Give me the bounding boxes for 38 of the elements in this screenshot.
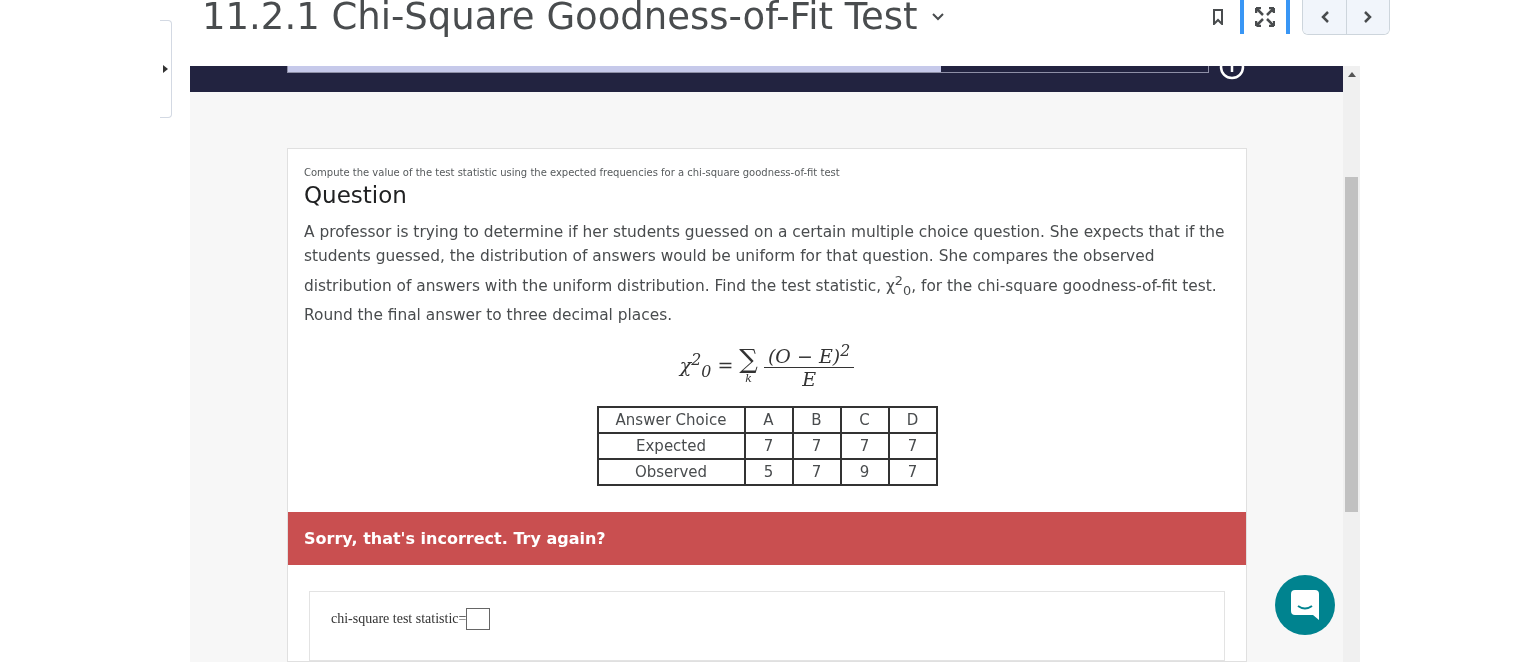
next-button[interactable] bbox=[1346, 0, 1389, 34]
question-heading: Question bbox=[304, 182, 408, 209]
fraction-denominator: E bbox=[802, 368, 816, 390]
table-cell: 7 bbox=[840, 433, 889, 459]
answer-label: chi-square test statistic= bbox=[331, 611, 467, 627]
scrollbar[interactable] bbox=[1343, 66, 1360, 662]
sidebar-toggle[interactable] bbox=[160, 20, 172, 118]
chat-icon bbox=[1290, 589, 1320, 621]
table-cell: 7 bbox=[792, 459, 841, 485]
table-cell: 7 bbox=[888, 459, 937, 485]
table-cell: C bbox=[840, 407, 889, 433]
answer-field[interactable] bbox=[466, 608, 491, 630]
table-cell: A bbox=[744, 407, 793, 433]
caret-right-icon bbox=[163, 65, 168, 73]
bookmark-icon bbox=[1213, 9, 1223, 25]
table-cell: 5 bbox=[744, 459, 793, 485]
table-cell: B bbox=[792, 407, 841, 433]
sigma-symbol: ∑ bbox=[739, 345, 758, 372]
chevron-left-icon bbox=[1320, 11, 1329, 23]
table-cell: Observed bbox=[597, 459, 745, 485]
table-cell: D bbox=[888, 407, 937, 433]
scroll-up-icon[interactable] bbox=[1347, 72, 1356, 78]
fraction-numerator: (O − E)$^{2}$ bbox=[763, 340, 855, 368]
fullscreen-button[interactable] bbox=[1240, 0, 1290, 34]
question-text: A professor is trying to determine if her students guessed on a certain multiple choice question. She expects that if the students guessed, the distribution of answers would be uniform for that question. She compares the observed distribution of answers with the uniform distribution. Find the test statistic, χ$^{2}$$_{0}$, for the chi-square goodness-of-fit test. Round the final answer to three decimal places. bbox=[304, 222, 1226, 326]
expand-icon bbox=[1255, 7, 1275, 27]
question-subtitle: Compute the value of the test statistic using the expected frequencies for a chi-square goodness-of-fit test bbox=[304, 167, 841, 179]
table-cell: Expected bbox=[597, 433, 745, 459]
table-cell: 7 bbox=[744, 433, 793, 459]
scrollbar-thumb[interactable] bbox=[1345, 177, 1358, 513]
chevron-right-icon bbox=[1364, 11, 1372, 23]
equals-sign: = bbox=[717, 354, 734, 377]
chevron-down-icon bbox=[931, 13, 944, 21]
table-cell: 7 bbox=[792, 433, 841, 459]
feedback-banner: Sorry, that's incorrect. Try again? bbox=[288, 512, 1246, 565]
table-cell: 7 bbox=[888, 433, 937, 459]
table-cell: 9 bbox=[840, 459, 889, 485]
table-cell: Answer Choice bbox=[597, 407, 745, 433]
